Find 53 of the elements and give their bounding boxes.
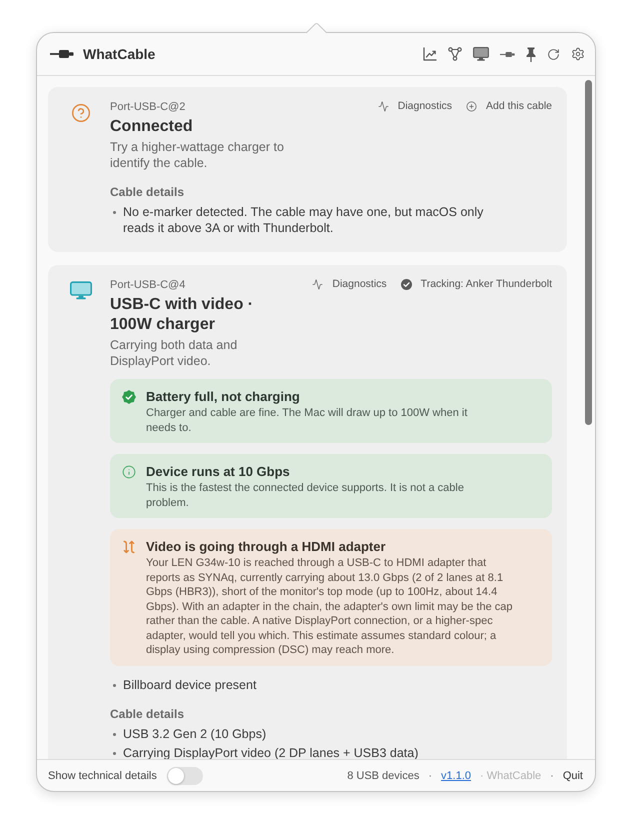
- toggle-label: Show technical details: [48, 770, 157, 782]
- detail-text: Carrying DisplayPort video (2 DP lanes + USB3 data): [123, 744, 418, 759]
- section-heading: Cable details: [110, 185, 186, 200]
- port-label: Port-USB-C@4: [110, 278, 186, 292]
- alert-text: Charger and cable are fine. The Mac will draw up to 100W when it needs to.: [146, 406, 468, 435]
- pulse-icon: [312, 279, 324, 290]
- add-cable-button[interactable]: Add this cable: [466, 100, 552, 113]
- alert-text: This is the fastest the connected device supports. It is not a cable problem.: [146, 481, 465, 510]
- detail-text: Billboard device present: [123, 676, 256, 692]
- status-title: Connected: [110, 117, 193, 137]
- plus-circle-icon: [466, 101, 478, 112]
- status-subtitle: Try a higher-wattage charger to identify the cable.: [110, 139, 285, 171]
- monitor-icon: [70, 281, 92, 300]
- diagnostics-button[interactable]: Diagnostics: [378, 100, 452, 113]
- status-title: USB-C with video · 100W charger: [110, 295, 254, 335]
- diagnostics-button[interactable]: Diagnostics: [312, 278, 387, 291]
- device-count: 8 USB devices: [347, 770, 420, 782]
- detail-text: USB 3.2 Gen 2 (10 Gbps): [123, 726, 266, 742]
- app-name-text: · WhatCable: [480, 770, 542, 782]
- arrows-up-down-icon: [122, 540, 136, 554]
- status-subtitle: Carrying both data and DisplayPort video.: [110, 337, 238, 369]
- pin-icon[interactable]: [526, 46, 536, 62]
- quit-button[interactable]: Quit: [562, 770, 583, 782]
- monitor-icon[interactable]: [473, 47, 489, 61]
- badge-check-icon: [122, 390, 136, 404]
- window-title: WhatCable: [83, 46, 156, 62]
- version-link[interactable]: v1.1.0: [441, 770, 471, 782]
- scrollbar-thumb[interactable]: [585, 80, 592, 425]
- toggle-switch[interactable]: [166, 766, 203, 784]
- tracking-button[interactable]: Tracking: Anker Thunderbolt: [400, 278, 552, 291]
- alert-title: Battery full, not charging: [146, 389, 301, 405]
- alert-title: Video is going through a HDMI adapter: [146, 539, 387, 555]
- nodes-icon[interactable]: [448, 47, 462, 61]
- separator-text: ·: [550, 770, 554, 782]
- section-heading: Cable details: [110, 706, 186, 722]
- bullet-icon: [113, 684, 116, 686]
- bullet-icon: [113, 211, 116, 214]
- refresh-icon[interactable]: [547, 48, 560, 60]
- check-circle-icon: [400, 279, 412, 290]
- cable-icon[interactable]: [500, 50, 515, 58]
- separator-text: ·: [428, 770, 432, 782]
- info-icon: [122, 465, 136, 479]
- line-chart-icon[interactable]: [423, 47, 437, 61]
- settings-icon[interactable]: [571, 47, 585, 61]
- port-label: Port-USB-C@2: [110, 100, 186, 114]
- question-circle-icon: [71, 103, 91, 123]
- pulse-icon: [378, 101, 389, 112]
- detail-text: No e-marker detected. The cable may have one, but macOS only reads it above 3A or with Thunderbolt.: [123, 204, 484, 236]
- alert-text: Your LEN G34w-10 is reached through a USB-C to HDMI adapter that reports as SYNAq, currently carrying about 13.0 Gbps (2 of 2 lanes at 8.1 Gbps (HBR3)), short of the monitor's top mode (up to 100Hz, about 14.4 Gbps). With an adapter in the chain, the adapter's own limit may be the cap rather than the cable. A native DisplayPort connection, or a higher-spec adapter, would tell you which. This estimate assumes standard colour; a display using compression (DSC) may reach more.: [146, 556, 514, 658]
- alert-title: Device runs at 10 Gbps: [146, 464, 291, 480]
- cable-icon: [50, 49, 74, 59]
- bullet-icon: [113, 752, 116, 754]
- bullet-icon: [113, 732, 116, 736]
